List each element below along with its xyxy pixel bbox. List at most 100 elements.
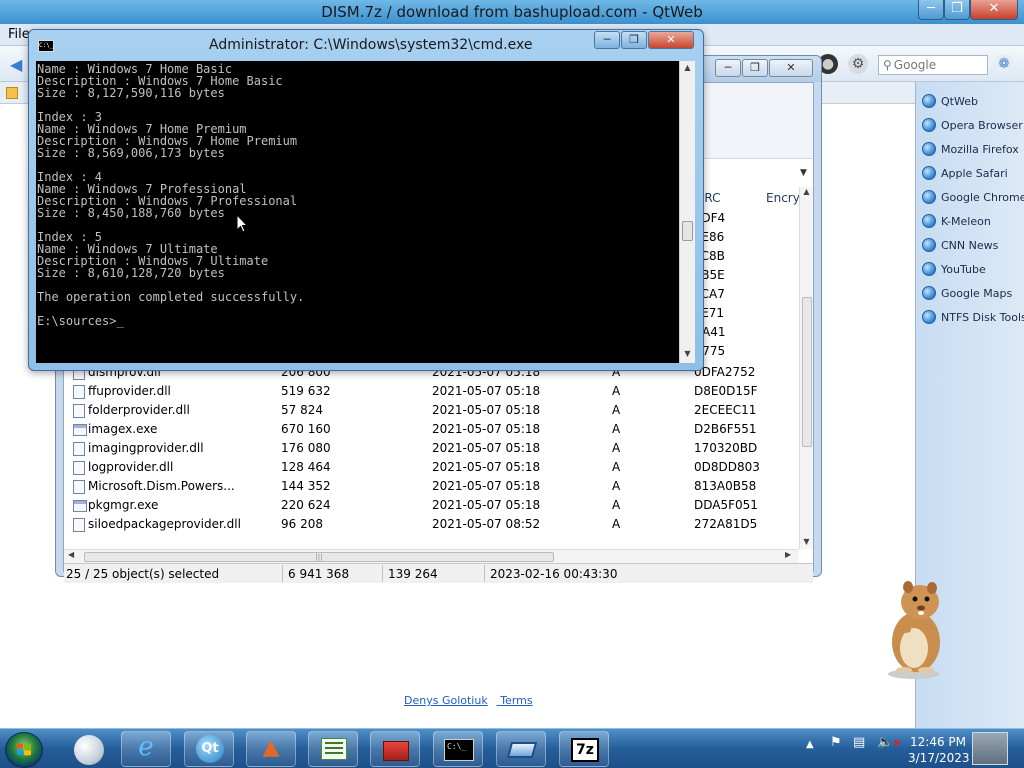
dll-file-icon xyxy=(73,404,85,418)
bookmark-item[interactable]: Google Maps xyxy=(922,284,1012,304)
vertical-scroll-thumb[interactable] xyxy=(802,297,812,447)
bookmark-label: Google Maps xyxy=(941,287,1013,300)
file-list-horizontal-scrollbar[interactable]: ◀ ||| ▶ xyxy=(64,549,799,563)
settings-icon[interactable]: ❁ xyxy=(994,54,1014,74)
file-modified-cell: 2021-05-07 05:18 xyxy=(432,403,541,417)
page-icon[interactable] xyxy=(6,87,18,99)
taskbar-qtweb-button[interactable]: Qt xyxy=(184,731,234,767)
globe-icon xyxy=(922,262,936,276)
page-footer: Denys Golotiuk Terms xyxy=(404,694,542,707)
file-name-cell: pkgmgr.exe xyxy=(88,498,159,512)
cmd-maximize-button[interactable]: ❒ xyxy=(621,31,647,49)
scroll-down-arrow-icon[interactable]: ▼ xyxy=(800,537,813,546)
bookmark-item[interactable]: Opera Browser xyxy=(922,116,1023,136)
bookmark-label: Apple Safari xyxy=(941,167,1008,180)
bookmark-item[interactable]: NTFS Disk Tools xyxy=(922,308,1024,328)
taskbar-internet-explorer-button[interactable]: e xyxy=(121,731,171,767)
status-packed-size: 139 264 xyxy=(388,567,438,581)
scroll-left-arrow-icon[interactable]: ◀ xyxy=(68,550,74,559)
table-row[interactable]: pkgmgr.exe 220 624 2021-05-07 05:18 A DDA5F0… xyxy=(64,496,799,515)
status-divider xyxy=(484,565,485,582)
scroll-up-arrow-icon[interactable]: ▲ xyxy=(800,187,813,196)
file-name-cell: imagingprovider.dll xyxy=(88,441,204,455)
bookmark-item[interactable]: YouTube xyxy=(922,260,986,280)
bookmark-label: NTFS Disk Tools xyxy=(941,311,1024,324)
mute-x-icon: ✖ xyxy=(893,739,901,749)
table-row[interactable]: logprovider.dll 128 464 2021-05-07 05:18 A 0… xyxy=(64,458,799,477)
dll-file-icon xyxy=(73,461,85,475)
table-row[interactable]: folderprovider.dll 57 824 2021-05-07 05:18… xyxy=(64,401,799,420)
taskbar-hamster-app-button[interactable]: ▲ xyxy=(246,731,296,767)
file-list-vertical-scrollbar[interactable]: ▲ ▼ xyxy=(799,187,813,549)
action-center-flag-icon[interactable]: ⚑ xyxy=(830,735,842,750)
file-modified-cell: 2021-05-07 05:18 xyxy=(432,460,541,474)
scroll-right-arrow-icon[interactable]: ▶ xyxy=(785,550,791,559)
cmd-vertical-scrollbar[interactable]: ▲ ▼ xyxy=(679,61,695,363)
taskbar-virtual-drive-button[interactable] xyxy=(496,731,546,767)
file-modified-cell: 2021-05-07 05:18 xyxy=(432,384,541,398)
bookmark-item[interactable]: Apple Safari xyxy=(922,164,1008,184)
table-row[interactable]: imagex.exe 670 160 2021-05-07 05:18 A D2B6F5… xyxy=(64,420,799,439)
cmd-scroll-up-arrow-icon[interactable]: ▲ xyxy=(680,63,695,72)
file-name-cell: Microsoft.Dism.Powers... xyxy=(88,479,235,493)
globe-icon xyxy=(922,214,936,228)
cmd-scroll-thumb[interactable] xyxy=(682,221,693,241)
sevenzip-minimize-button[interactable]: ─ xyxy=(715,59,741,77)
file-crc-cell: DDA5F051 xyxy=(694,498,758,512)
show-desktop-button[interactable] xyxy=(972,732,1008,765)
taskbar-command-prompt-button[interactable]: C:\_ xyxy=(433,731,483,767)
taskbar-7-zip-button[interactable]: 7z xyxy=(559,731,609,767)
tray-expand-icon[interactable]: ▲ xyxy=(806,739,814,750)
browser-minimize-button[interactable]: ─ xyxy=(918,0,944,20)
network-icon[interactable]: ▤ xyxy=(853,735,865,750)
menu-file[interactable]: File xyxy=(8,27,30,42)
table-row[interactable]: siloedpackageprovider.dll 96 208 2021-05-0… xyxy=(64,515,799,534)
taskbar-orb-app-button[interactable] xyxy=(64,731,114,767)
volume-muted-icon[interactable]: 🔈✖ xyxy=(877,735,901,750)
horizontal-scroll-thumb[interactable]: ||| xyxy=(84,552,554,562)
taskbar: e Qt ▲ C:\_ 7z ▲ ⚑ ▤ 🔈✖ 12:46 PM 3/17/20… xyxy=(0,728,1024,768)
bookmark-label: CNN News xyxy=(941,239,999,252)
table-row[interactable]: Microsoft.Dism.Powers... 144 352 2021-05-0… xyxy=(64,477,799,496)
start-button[interactable] xyxy=(5,732,43,768)
taskbar-task-list-button[interactable] xyxy=(308,731,358,767)
sevenzip-close-button[interactable]: ✕ xyxy=(769,59,813,77)
file-size-cell: 57 824 xyxy=(281,403,323,417)
file-attributes-cell: A xyxy=(612,460,621,474)
globe-icon xyxy=(922,94,936,108)
file-modified-cell: 2021-05-07 05:18 xyxy=(432,498,541,512)
browser-maximize-button[interactable]: ❒ xyxy=(944,0,970,20)
sevenzip-maximize-button[interactable]: ❒ xyxy=(742,59,768,77)
back-arrow-icon[interactable]: ◀ xyxy=(10,55,22,74)
cmd-close-button[interactable]: ✕ xyxy=(648,31,694,49)
bookmark-item[interactable]: Mozilla Firefox xyxy=(922,140,1019,160)
7-zip-icon: 7z xyxy=(571,738,599,762)
gear-icon[interactable]: ⚙ xyxy=(848,54,868,74)
bookmark-item[interactable]: CNN News xyxy=(922,236,998,256)
bookmark-item[interactable]: QtWeb xyxy=(922,92,978,112)
file-size-cell: 128 464 xyxy=(281,460,331,474)
file-crc-cell: D8E0D15F xyxy=(694,384,758,398)
file-size-cell: 96 208 xyxy=(281,517,323,531)
browser-close-button[interactable]: ✕ xyxy=(970,0,1018,20)
bookmark-item[interactable]: Google Chrome xyxy=(922,188,1024,208)
table-row[interactable]: imagingprovider.dll 176 080 2021-05-07 05:… xyxy=(64,439,799,458)
table-row[interactable]: ffuprovider.dll 519 632 2021-05-07 05:18 A D… xyxy=(64,382,799,401)
cmd-titlebar[interactable]: C:\_ Administrator: C:\Windows\system32\… xyxy=(29,30,703,60)
globe-icon xyxy=(922,190,936,204)
bookmark-label: K-Meleon xyxy=(941,215,991,228)
file-crc-cell: 2ECEEC11 xyxy=(694,403,757,417)
taskbar-toolbox-button[interactable] xyxy=(370,731,420,767)
console-line: Size : 8,450,188,760 bytes xyxy=(37,206,225,220)
search-input[interactable]: ⚲ Google xyxy=(878,55,988,75)
search-placeholder: Google xyxy=(893,58,937,72)
footer-terms-link[interactable]: Terms xyxy=(500,694,532,707)
cmd-scroll-down-arrow-icon[interactable]: ▼ xyxy=(680,349,695,358)
cmd-minimize-button[interactable]: ─ xyxy=(594,31,620,49)
bookmark-item[interactable]: K-Meleon xyxy=(922,212,991,232)
cmd-console-output[interactable]: Name : Windows 7 Home Basic Description :… xyxy=(36,61,679,363)
system-clock[interactable]: 12:46 PM 3/17/2023 xyxy=(908,734,970,766)
file-attributes-cell: A xyxy=(612,422,621,436)
footer-author-link[interactable]: Denys Golotiuk xyxy=(404,694,488,707)
status-divider xyxy=(282,565,283,582)
